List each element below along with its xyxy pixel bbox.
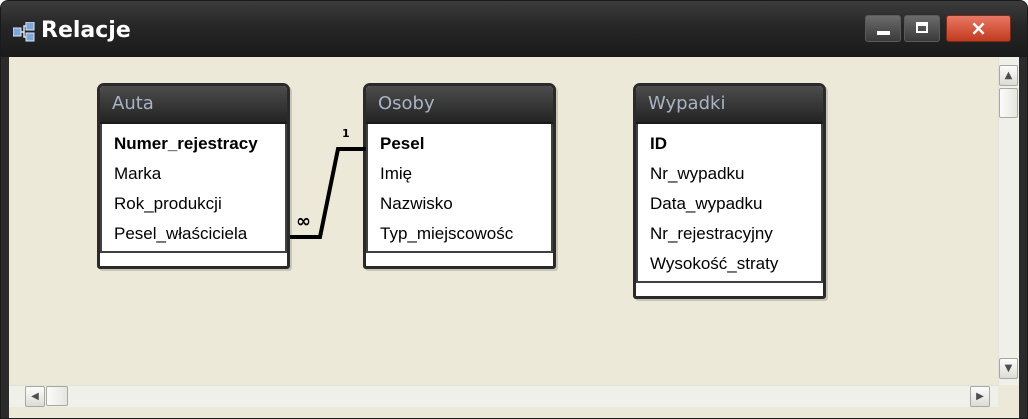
horizontal-scrollbar[interactable]: ◀ ▶ <box>9 385 998 407</box>
relationships-window: Relacje × Auta Numer_rejestracy Marka Ro… <box>0 0 1028 419</box>
scroll-right-button[interactable]: ▶ <box>970 386 990 407</box>
scroll-up-button[interactable]: ▲ <box>999 65 1018 86</box>
maximize-button[interactable] <box>904 15 940 42</box>
relationships-canvas[interactable]: Auta Numer_rejestracy Marka Rok_produkcj… <box>9 57 998 385</box>
vertical-scrollbar[interactable]: ▲ ▼ <box>998 57 1019 385</box>
relationship-one-label: 1 <box>342 127 350 140</box>
scroll-left-button[interactable]: ◀ <box>25 386 45 407</box>
relationships-icon <box>13 22 35 42</box>
close-button[interactable]: × <box>946 15 1011 42</box>
minimize-icon <box>877 31 890 35</box>
scrollbar-corner <box>998 385 1019 407</box>
relationship-auta-osoby[interactable]: ∞ 1 <box>9 57 998 385</box>
relationships-client-area: Auta Numer_rejestracy Marka Rok_produkcj… <box>9 57 1019 418</box>
vertical-scroll-thumb[interactable] <box>999 88 1018 118</box>
close-icon: × <box>970 16 987 40</box>
relationship-many-label: ∞ <box>296 211 311 232</box>
minimize-button[interactable] <box>865 15 901 42</box>
horizontal-scroll-thumb[interactable] <box>46 386 68 406</box>
maximize-icon <box>916 22 928 33</box>
window-title: Relacje <box>41 18 131 43</box>
scroll-down-button[interactable]: ▼ <box>999 358 1018 379</box>
title-bar[interactable]: Relacje × <box>1 1 1027 57</box>
